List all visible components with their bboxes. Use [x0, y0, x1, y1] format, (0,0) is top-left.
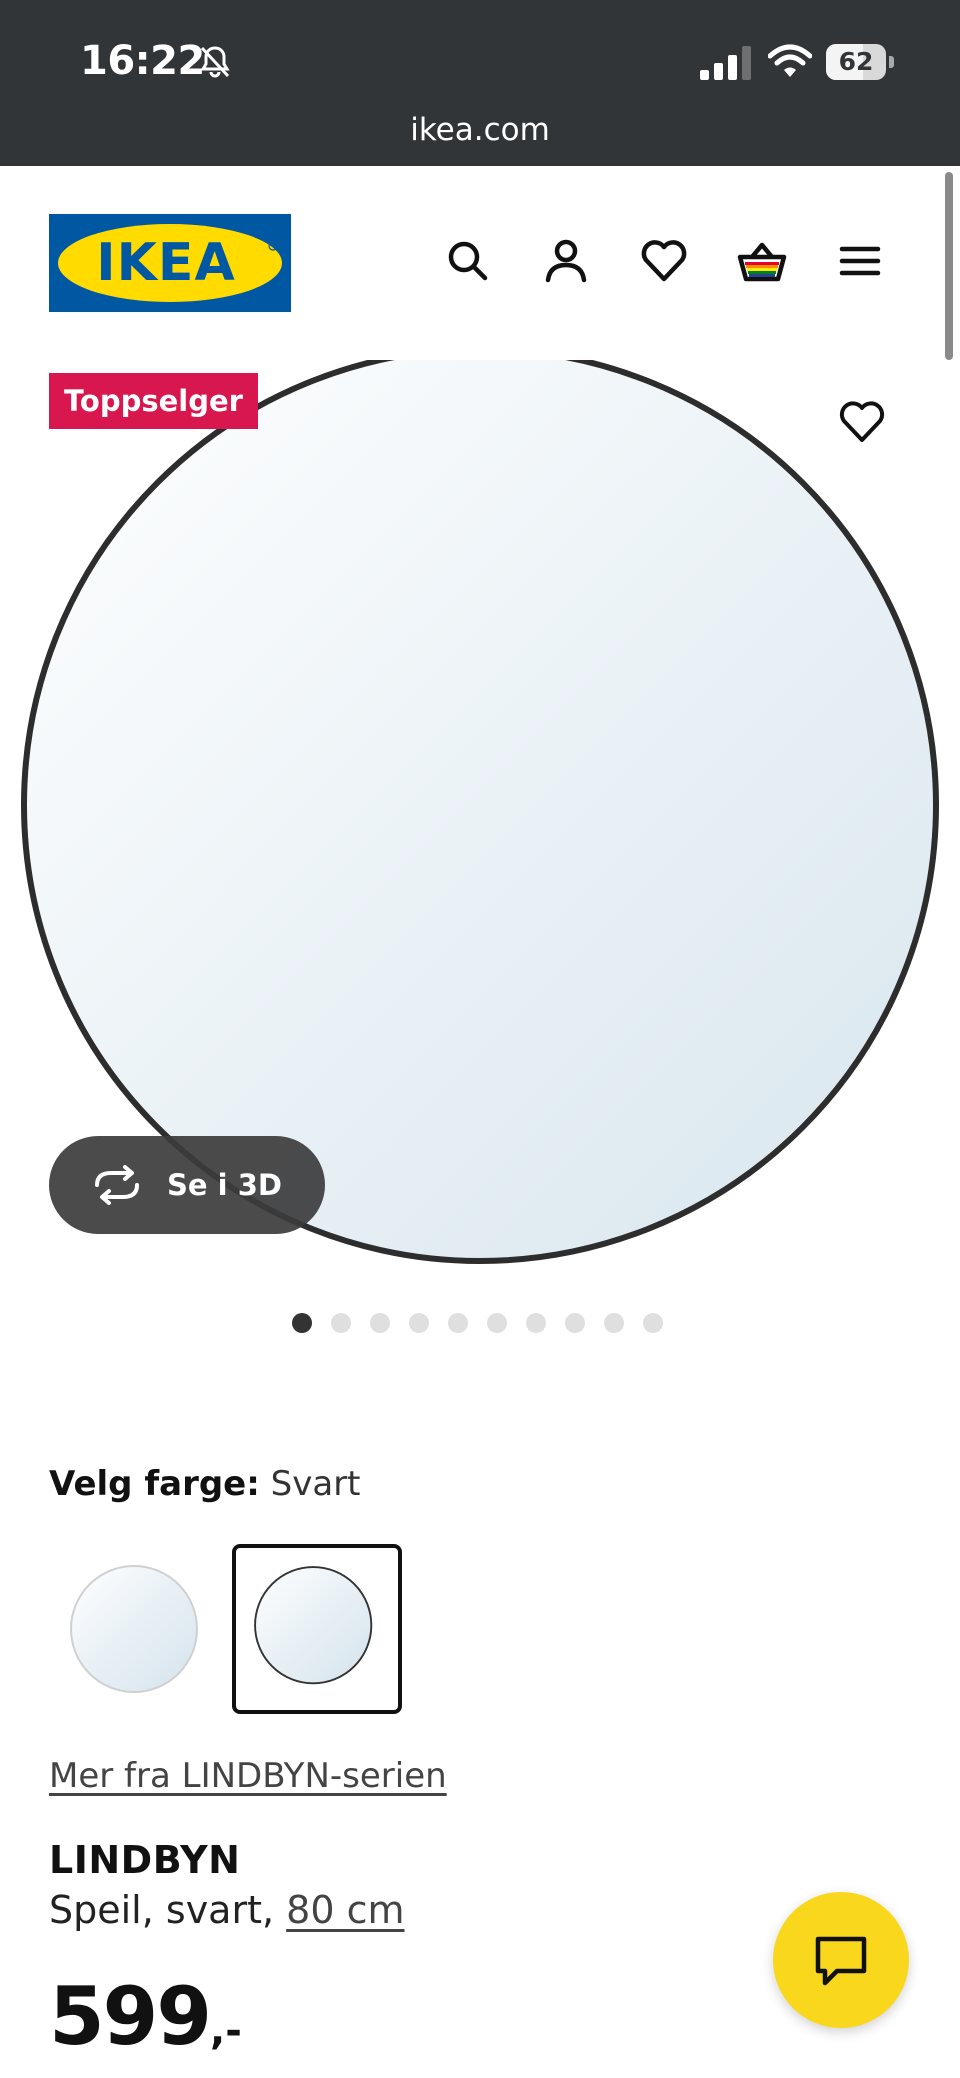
ikea-logo[interactable]: IKEA — [49, 214, 291, 312]
pagination-dot[interactable] — [604, 1313, 624, 1333]
black-mirror-thumbnail — [254, 1566, 373, 1685]
status-bar: 16:22 62 ikea.com — [0, 0, 960, 166]
signal-icon — [700, 46, 751, 80]
color-selector-heading: Velg farge: Svart — [49, 1464, 361, 1504]
chat-icon — [815, 1936, 867, 1986]
selected-color-value: Svart — [270, 1464, 361, 1504]
white-mirror-thumbnail — [70, 1565, 198, 1693]
battery-level: 62 — [838, 47, 874, 76]
product-description: Speil, svart, 80 cm — [49, 1888, 405, 1932]
pagination-dot[interactable] — [565, 1313, 585, 1333]
price-value: 599 — [49, 1970, 212, 2063]
pagination-dot[interactable] — [292, 1313, 312, 1333]
size-link[interactable]: 80 cm — [286, 1888, 404, 1932]
color-label: Velg farge: — [49, 1464, 260, 1504]
basket-icon[interactable] — [736, 235, 788, 287]
heart-icon[interactable] — [638, 235, 690, 287]
battery-icon: 62 — [826, 44, 894, 80]
pagination-dot[interactable] — [331, 1313, 351, 1333]
svg-text:IKEA: IKEA — [96, 233, 235, 293]
series-link[interactable]: Mer fra LINDBYN-serien — [49, 1756, 447, 1796]
product-price: 599,- — [49, 1970, 242, 2063]
wifi-icon — [768, 44, 812, 77]
pagination-dot[interactable] — [448, 1313, 468, 1333]
view-in-3d-button[interactable]: Se i 3D — [49, 1136, 325, 1234]
color-option-white[interactable] — [49, 1544, 219, 1714]
product-type: Speil, svart, — [49, 1888, 287, 1932]
pagination-dot[interactable] — [526, 1313, 546, 1333]
pagination-dot[interactable] — [370, 1313, 390, 1333]
chat-button[interactable] — [773, 1892, 909, 2028]
menu-icon[interactable] — [834, 235, 886, 287]
profile-icon[interactable] — [540, 235, 592, 287]
pagination-dot[interactable] — [643, 1313, 663, 1333]
bell-off-icon — [200, 46, 230, 78]
price-suffix: ,- — [210, 2008, 242, 2054]
search-icon[interactable] — [442, 235, 494, 287]
add-to-wishlist-heart-icon[interactable] — [836, 396, 888, 448]
bestseller-badge: Toppselger — [49, 373, 258, 429]
color-option-black[interactable] — [232, 1544, 402, 1714]
product-name: LINDBYN — [49, 1838, 241, 1882]
view-in-3d-label: Se i 3D — [167, 1168, 282, 1202]
pagination-dot[interactable] — [487, 1313, 507, 1333]
pagination-dot[interactable] — [409, 1313, 429, 1333]
address-bar[interactable]: ikea.com — [0, 112, 960, 148]
status-time: 16:22 — [80, 38, 205, 84]
scrollbar[interactable] — [945, 172, 953, 360]
rotate-3d-icon — [95, 1165, 139, 1205]
